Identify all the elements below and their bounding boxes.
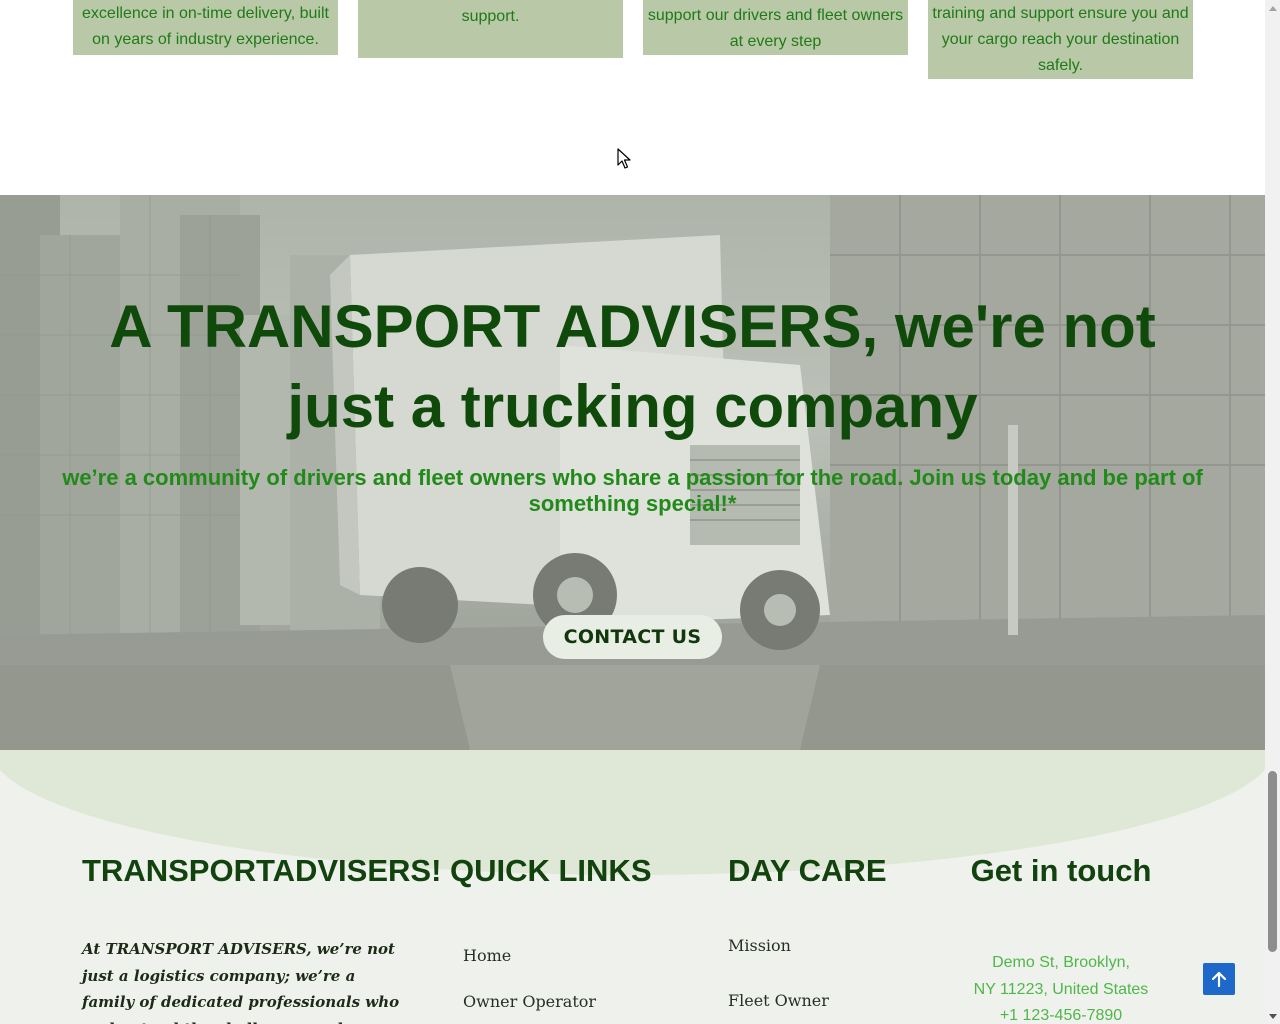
feature-card-support: support. xyxy=(358,0,623,58)
hero-subtitle: we’re a community of drivers and fleet o… xyxy=(62,465,1203,516)
page: excellence in on-time delivery, built on… xyxy=(0,0,1265,1024)
scrollbar-down-arrow-icon[interactable] xyxy=(1265,1009,1280,1024)
scrollbar-thumb[interactable] xyxy=(1268,771,1277,952)
footer-contact-title: Get in touch xyxy=(970,853,1152,888)
contact-us-button[interactable]: CONTACT US xyxy=(543,615,722,659)
hero-title: A TRANSPORT ADVISERS, we're not just a t… xyxy=(109,293,1156,440)
feature-card-text: training and support ensure you and your… xyxy=(932,5,1189,74)
footer-link-fleet-owner[interactable]: Fleet Owner xyxy=(728,991,829,1010)
footer-brand-title: TRANSPORTADVISERS! xyxy=(82,853,442,888)
feature-card-drivers: support our drivers and fleet owners at … xyxy=(643,0,908,55)
footer-day-care-title: DAY CARE xyxy=(728,853,887,888)
page-scrollbar[interactable] xyxy=(1265,0,1280,1024)
footer-address-line1: Demo St, Brooklyn, xyxy=(992,954,1130,971)
feature-card-delivery: excellence in on-time delivery, built on… xyxy=(73,0,338,55)
footer-link-home[interactable]: Home xyxy=(463,946,511,965)
footer-quick-links-title: QUICK LINKS xyxy=(450,853,652,888)
footer-address-line2: NY 11223, United States xyxy=(973,980,1149,998)
footer-about-text: At TRANSPORT ADVISERS, we’re not just a … xyxy=(82,940,400,1024)
footer: TRANSPORTADVISERS! At TRANSPORT ADVISERS… xyxy=(0,750,1265,1024)
footer-phone[interactable]: +1 123-456-7890 xyxy=(960,1003,1162,1024)
hero-section: A TRANSPORT ADVISERS, we're not just a t… xyxy=(0,195,1265,750)
mouse-pointer-icon xyxy=(617,148,631,169)
footer-link-mission[interactable]: Mission xyxy=(728,936,791,955)
feature-card-text: excellence in on-time delivery, built on… xyxy=(82,5,329,48)
footer-contact-info: Demo St, Brooklyn, NY 11223, United Stat… xyxy=(960,950,1162,1024)
scroll-to-top-button[interactable] xyxy=(1203,963,1235,995)
feature-card-text: support. xyxy=(461,8,520,25)
feature-card-text: support our drivers and fleet owners at … xyxy=(647,7,904,50)
arrow-up-icon xyxy=(1211,971,1227,988)
footer-link-owner-operator[interactable]: Owner Operator xyxy=(463,992,596,1011)
feature-card-safety: training and support ensure you and your… xyxy=(928,0,1193,79)
scrollbar-up-arrow-icon[interactable] xyxy=(1265,0,1280,15)
